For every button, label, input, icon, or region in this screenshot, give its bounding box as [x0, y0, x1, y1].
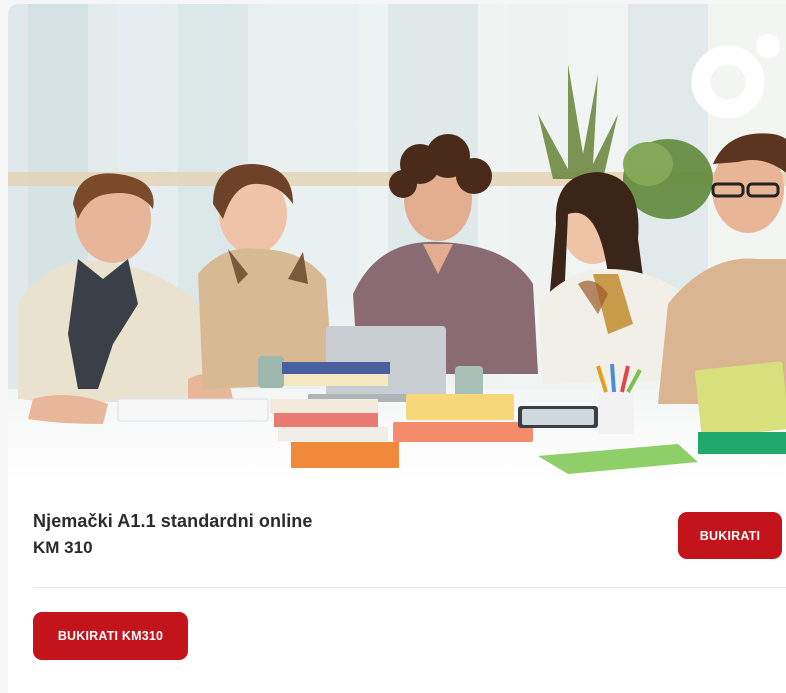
book-button[interactable]: BUKIRATI [678, 512, 782, 559]
book-with-price-button[interactable]: BUKIRATI KM310 [33, 612, 188, 660]
course-card: Njemački A1.1 standardni online KM 310 B… [8, 4, 786, 693]
circle-dot-logo-icon [691, 34, 780, 118]
hero-image[interactable] [8, 4, 786, 481]
divider [33, 587, 786, 588]
course-info: Njemački A1.1 standardni online KM 310 [33, 509, 313, 560]
course-title: Njemački A1.1 standardni online [33, 511, 313, 531]
course-price: KM 310 [33, 538, 93, 557]
hero-photo [8, 4, 786, 481]
